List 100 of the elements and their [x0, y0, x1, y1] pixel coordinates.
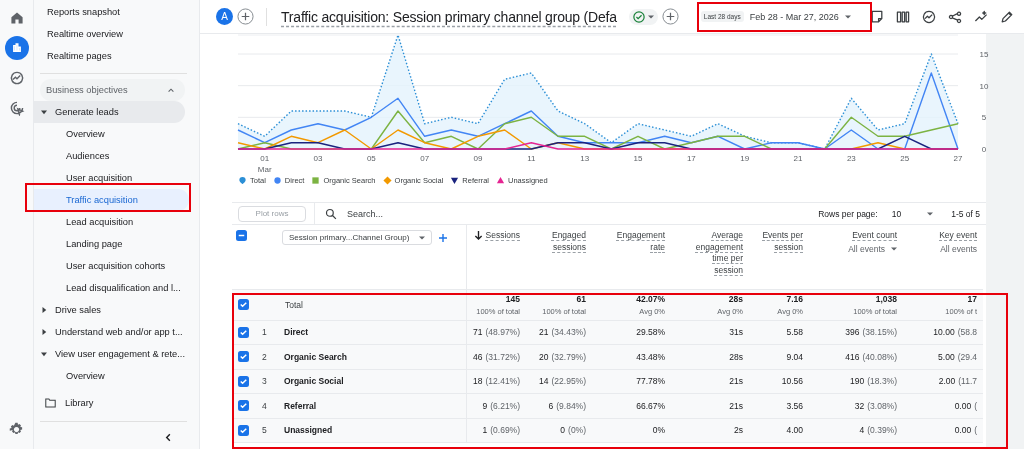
table-cell: 4 (0.39%)	[859, 425, 897, 436]
row-checkbox[interactable]	[238, 375, 249, 387]
section-label: Business objectives	[46, 85, 128, 95]
table-cell: 416 (40.08%)	[845, 351, 897, 362]
sidebar-item[interactable]: Traffic acquisition	[34, 189, 189, 211]
metric-filter[interactable]: All events	[940, 243, 977, 254]
avatar[interactable]: A	[216, 8, 233, 25]
total-value: 17	[966, 293, 977, 304]
caret-icon	[891, 245, 897, 252]
column-header[interactable]: Sessions	[473, 230, 520, 242]
row-checkbox[interactable]	[238, 400, 249, 412]
search-icon	[325, 207, 337, 220]
y-tick-label: 10	[979, 81, 989, 91]
table-cell: 3.56	[786, 400, 803, 411]
caret-icon	[41, 329, 47, 335]
x-tick-label: 07	[420, 154, 430, 163]
sidebar-item[interactable]: User acquisition cohorts	[34, 255, 187, 277]
total-value: 1,038	[874, 293, 897, 304]
table-cell: 21s	[729, 400, 743, 411]
sidebar-item[interactable]: Overview	[34, 123, 187, 145]
rows-per-page-dropdown[interactable]: 10	[891, 208, 934, 219]
triangle-marker-icon	[496, 176, 505, 185]
table-cell: 21 (34.43%)	[539, 327, 586, 338]
column-header[interactable]: Engagement rate	[607, 230, 665, 253]
table-cell: 10.56	[781, 376, 803, 387]
table-cell: 43.48%	[636, 351, 665, 362]
metric-filter[interactable]: All events	[848, 243, 897, 254]
sidebar-item[interactable]: Overview	[34, 365, 187, 387]
column-header[interactable]: Engaged sessions	[528, 230, 586, 253]
settings-icon[interactable]	[9, 422, 24, 437]
caret-icon	[419, 234, 426, 241]
status-dropdown[interactable]	[628, 8, 658, 25]
month-label: Mar	[257, 165, 272, 174]
reports-icon[interactable]	[4, 36, 29, 60]
add-icon[interactable]	[661, 8, 679, 25]
column-header[interactable]: Events per session	[749, 230, 803, 253]
table-cell: 14 (22.95%)	[539, 376, 586, 387]
triangle-marker-icon	[450, 176, 460, 185]
table-cell: 10.00 (58.8	[933, 327, 977, 338]
table-cell: 77.78%	[636, 376, 665, 387]
x-tick-label: 15	[633, 154, 643, 163]
group-label: Generate leads	[55, 107, 119, 117]
channel-name: Direct	[284, 327, 309, 338]
sidebar-item[interactable]: User acquisition	[34, 167, 187, 189]
group-label: Understand web and/or app t...	[55, 327, 183, 337]
folder-icon	[45, 398, 56, 408]
dimension-dropdown[interactable]: Session primary...Channel Group)	[282, 230, 433, 245]
row-number: 4	[262, 400, 267, 411]
check-icon	[632, 10, 645, 23]
x-tick-label: 21	[793, 154, 803, 163]
table-cell: 71 (48.97%)	[473, 327, 520, 338]
sidebar-group[interactable]: Drive sales	[34, 299, 185, 321]
table-cell: 31s	[729, 327, 743, 338]
channel-name: Organic Social	[284, 376, 344, 387]
sidebar-group[interactable]: Understand web and/or app t...	[34, 321, 185, 343]
x-tick-label: 03	[313, 154, 323, 163]
total-value: 28s	[727, 293, 743, 304]
table-cell: 9.04	[786, 351, 803, 362]
add-dimension-icon[interactable]	[438, 232, 449, 243]
column-header[interactable]: Event count	[852, 230, 897, 242]
table-cell: 9 (6.21%)	[482, 400, 520, 411]
table-cell: 46 (31.72%)	[473, 351, 520, 362]
table-cell: 28s	[729, 351, 743, 362]
table-cell: 1 (0.69%)	[482, 425, 520, 436]
caret-icon	[647, 13, 654, 20]
row-number: 2	[262, 351, 267, 362]
insights-icon[interactable]	[920, 8, 937, 25]
table-cell: 0%	[652, 425, 665, 436]
sidebar-item[interactable]: Realtime pages	[34, 45, 187, 67]
x-tick-label: 23	[846, 154, 856, 163]
sidebar-item[interactable]: Realtime overview	[34, 23, 187, 45]
row-checkbox[interactable]	[238, 424, 249, 436]
row-checkbox[interactable]	[238, 326, 249, 338]
sidebar-item[interactable]: Reports snapshot	[34, 1, 187, 23]
row-checkbox[interactable]	[238, 351, 249, 363]
square-marker-icon	[311, 176, 321, 185]
pagination-range: 1-5 of 5	[951, 208, 980, 219]
table-cell: 5.58	[786, 327, 803, 338]
sidebar-item[interactable]: Lead acquisition	[34, 211, 187, 233]
column-header[interactable]: Key event	[939, 230, 977, 242]
x-tick-label: 27	[953, 154, 963, 163]
sidebar-item[interactable]: Landing page	[34, 233, 187, 255]
sidebar-group[interactable]: Generate leads	[34, 101, 185, 123]
sort-arrow-icon	[473, 230, 483, 241]
sidebar-item[interactable]: Lead disqualification and l...	[34, 277, 187, 299]
section-header[interactable]: Business objectives	[40, 79, 185, 101]
row-number: 3	[262, 376, 267, 387]
table-cell: 21s	[729, 376, 743, 387]
collapse-icon[interactable]	[164, 433, 173, 442]
select-all-checkbox[interactable]	[236, 230, 247, 241]
library-item[interactable]: Library	[34, 391, 99, 415]
caret-icon	[41, 109, 47, 115]
row-checkbox[interactable]	[238, 299, 249, 310]
sidebar-item[interactable]: Audiences	[34, 145, 187, 167]
add-icon[interactable]	[237, 8, 254, 25]
total-value: 7.16	[785, 293, 803, 304]
table-cell: 20 (32.79%)	[539, 351, 586, 362]
search-field[interactable]: Search...	[345, 207, 529, 220]
column-header[interactable]: Average engagement time per session	[685, 230, 743, 276]
sidebar-group[interactable]: View user engagement & rete...	[34, 343, 185, 365]
